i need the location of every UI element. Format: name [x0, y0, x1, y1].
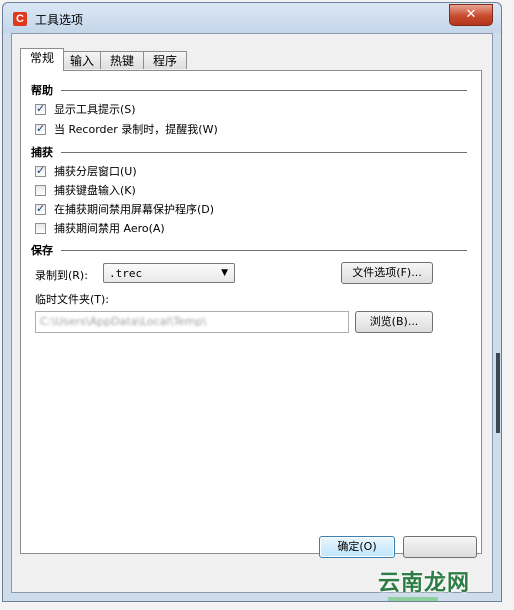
window-edge-shadow [496, 353, 500, 433]
file-options-button[interactable]: 文件选项(F)... [341, 262, 433, 284]
tab-general[interactable]: 常规 [20, 48, 64, 71]
temp-folder-value: C:\Users\AppData\Local\Temp\ [40, 315, 207, 328]
capture-group-divider [61, 152, 467, 153]
cancel-button[interactable] [403, 536, 477, 558]
disable-screensaver-label: 在捕获期间禁用屏幕保护程序(D) [54, 203, 215, 216]
capture-keyboard-input-label: 捕获键盘输入(K) [54, 184, 136, 197]
remind-when-recording-option[interactable]: ✓ 当 Recorder 录制时，提醒我(W) [35, 121, 218, 137]
disable-screensaver-option[interactable]: ✓ 在捕获期间禁用屏幕保护程序(D) [35, 201, 214, 217]
capture-layered-windows-option[interactable]: ✓ 捕获分层窗口(U) [35, 163, 137, 179]
check-icon: ✓ [36, 101, 46, 115]
check-icon: ✓ [36, 121, 46, 135]
capture-layered-windows-checkbox[interactable]: ✓ [35, 163, 46, 177]
tab-input[interactable]: 输入 [63, 51, 101, 69]
show-tooltips-option[interactable]: ✓ 显示工具提示(S) [35, 101, 136, 117]
temp-folder-label: 临时文件夹(T): [35, 293, 110, 306]
help-group-title: 帮助 [31, 84, 53, 97]
disable-aero-checkbox[interactable] [35, 222, 46, 234]
capture-keyboard-input-checkbox[interactable] [35, 184, 46, 196]
browse-button[interactable]: 浏览(B)... [355, 311, 433, 333]
tool-options-window: C 工具选项 ✕ 常规 输入 热键 程序 帮助 ✓ 显示工具提示(S) ✓ 当 … [2, 2, 502, 602]
app-logo-icon: C [13, 12, 27, 26]
check-icon: ✓ [36, 163, 46, 177]
chevron-down-icon: ▼ [221, 268, 228, 278]
remind-when-recording-checkbox[interactable]: ✓ [35, 121, 46, 135]
title-bar[interactable]: C 工具选项 ✕ [3, 3, 501, 33]
dialog-client-area: 常规 输入 热键 程序 帮助 ✓ 显示工具提示(S) ✓ 当 Recorder … [11, 33, 493, 593]
close-icon: ✕ [465, 7, 477, 22]
show-tooltips-label: 显示工具提示(S) [54, 103, 136, 116]
window-title: 工具选项 [35, 13, 84, 27]
record-to-format-select[interactable]: .trec ▼ [103, 263, 235, 283]
temp-folder-input[interactable]: C:\Users\AppData\Local\Temp\ [35, 311, 349, 333]
record-to-format-value: .trec [109, 267, 143, 280]
site-watermark: 云南龙网 [378, 571, 471, 596]
disable-screensaver-checkbox[interactable]: ✓ [35, 201, 46, 215]
record-to-label: 录制到(R): [35, 269, 88, 282]
watermark-underline [388, 597, 438, 601]
ok-button[interactable]: 确定(O) [319, 536, 395, 558]
tab-hotkeys[interactable]: 热键 [100, 51, 144, 69]
save-group-title: 保存 [31, 244, 53, 257]
disable-aero-option[interactable]: 捕获期间禁用 Aero(A) [35, 220, 165, 236]
general-tab-panel: 帮助 ✓ 显示工具提示(S) ✓ 当 Recorder 录制时，提醒我(W) 捕… [20, 70, 482, 554]
tab-program[interactable]: 程序 [143, 51, 187, 69]
save-group-divider [61, 250, 467, 251]
capture-layered-windows-label: 捕获分层窗口(U) [54, 165, 137, 178]
check-icon: ✓ [36, 201, 46, 215]
close-button[interactable]: ✕ [449, 4, 493, 26]
help-group-divider [61, 90, 467, 91]
remind-when-recording-label: 当 Recorder 录制时，提醒我(W) [54, 123, 218, 136]
capture-group-title: 捕获 [31, 146, 53, 159]
capture-keyboard-input-option[interactable]: 捕获键盘输入(K) [35, 182, 136, 198]
show-tooltips-checkbox[interactable]: ✓ [35, 101, 46, 115]
disable-aero-label: 捕获期间禁用 Aero(A) [54, 222, 165, 235]
